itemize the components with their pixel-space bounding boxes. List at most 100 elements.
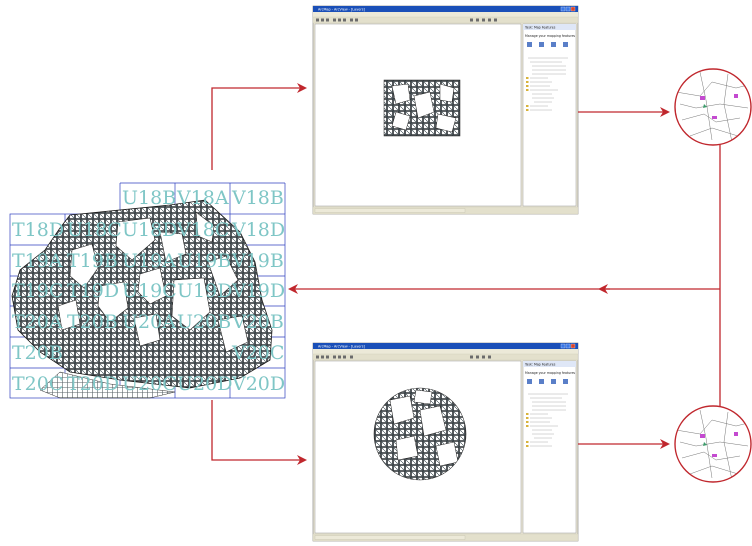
workflow-diagram: U18B V18A V18B T18D U18C U18D V18C V18D … <box>9 5 752 542</box>
folder-icon <box>526 441 529 443</box>
window-title: ArcMap - ArcView - [Layers] <box>318 345 366 349</box>
tool-icon[interactable] <box>482 355 485 359</box>
tool-icon[interactable] <box>355 18 358 22</box>
tile-label: T19C <box>12 280 63 302</box>
window-controls <box>560 343 576 349</box>
arrow-map-to-bottom-window <box>211 400 307 465</box>
panel-button-icon[interactable] <box>551 379 556 384</box>
tile-label: V18A <box>176 187 229 209</box>
source-tiled-map: U18B V18A V18B T18D U18C U18D V18C V18D … <box>9 182 286 399</box>
panel-button-icon[interactable] <box>539 379 544 384</box>
tile-label: U19A <box>122 250 176 272</box>
tile-label: T20C <box>12 373 63 395</box>
tool-icon[interactable] <box>326 355 329 359</box>
drawing-toolbar[interactable] <box>314 208 466 213</box>
tool-icon[interactable] <box>494 18 497 22</box>
tile-label: U20C <box>122 373 177 395</box>
tool-icon[interactable] <box>316 18 319 22</box>
tool-icon[interactable] <box>338 18 341 22</box>
window-controls <box>560 6 576 12</box>
tile-label: T19A <box>12 250 63 272</box>
minimize-icon[interactable] <box>560 343 566 349</box>
bottom-circle-thumbnail <box>674 405 752 483</box>
window-title: ArcMap - ArcView - [Layers] <box>318 8 366 12</box>
tile-label: U19C <box>122 280 177 302</box>
folder-icon <box>526 417 529 419</box>
tile-label: V20C <box>231 342 284 364</box>
tool-icon[interactable] <box>350 18 353 22</box>
tool-icon[interactable] <box>470 355 473 359</box>
clipped-map-square <box>383 79 461 137</box>
tile-label: T20A <box>12 311 63 333</box>
panel-button-icon[interactable] <box>563 42 568 47</box>
panel-button-icon[interactable] <box>551 42 556 47</box>
task-panel-subtitle: Manage your mapping features <box>525 371 575 375</box>
close-icon[interactable] <box>570 343 576 349</box>
tile-label: T19D <box>67 280 119 302</box>
tool-icon[interactable] <box>488 18 491 22</box>
tool-icon[interactable] <box>333 18 336 22</box>
tool-icon[interactable] <box>482 18 485 22</box>
tile-label: V18C <box>176 219 229 241</box>
tile-label: T20B <box>67 311 118 333</box>
tile-label: U18B <box>122 187 176 209</box>
panel-button-icon[interactable] <box>527 379 532 384</box>
tool-icon[interactable] <box>488 355 491 359</box>
tool-icon[interactable] <box>321 355 324 359</box>
task-panel <box>522 360 577 534</box>
menu-bar[interactable] <box>313 349 578 354</box>
drawing-toolbar[interactable] <box>314 535 466 540</box>
tile-label: T18D <box>12 219 64 241</box>
tile-label: U20D <box>177 373 232 395</box>
tile-label: U18C <box>67 219 122 241</box>
folder-icon <box>526 445 529 447</box>
folder-icon <box>526 85 529 87</box>
tile-label: V18D <box>231 219 285 241</box>
tile-label: V19B <box>231 250 284 272</box>
tool-icon[interactable] <box>476 18 479 22</box>
tool-icon[interactable] <box>343 18 346 22</box>
minimize-icon[interactable] <box>560 6 566 12</box>
tool-icon[interactable] <box>321 18 324 22</box>
task-panel-subtitle: Manage your mapping features <box>525 34 575 38</box>
bottom-arcmap-window: ArcMap - ArcView - [Layers] Task: Map Fe… <box>312 342 579 542</box>
arrow-map-to-top-window <box>211 83 307 170</box>
task-panel-title: Task: Map Features <box>524 26 556 30</box>
top-arcmap-window: ArcMap - ArcView - [Layers] Task: Map Fe… <box>312 5 579 215</box>
menu-bar[interactable] <box>313 12 578 17</box>
tile-label: V20D <box>231 373 285 395</box>
tool-icon[interactable] <box>343 355 346 359</box>
tool-icon[interactable] <box>350 355 353 359</box>
tile-label: T19B <box>67 250 118 272</box>
task-panel <box>522 23 577 207</box>
tile-label: U18D <box>122 219 177 241</box>
panel-button-icon[interactable] <box>527 42 532 47</box>
folder-icon <box>526 413 529 415</box>
tool-icon[interactable] <box>338 355 341 359</box>
folder-icon <box>526 105 529 107</box>
maximize-icon[interactable] <box>565 343 571 349</box>
tile-label: U20B <box>177 311 231 333</box>
tool-icon[interactable] <box>326 18 329 22</box>
folder-icon <box>526 421 529 423</box>
folder-icon <box>526 425 529 427</box>
panel-button-icon[interactable] <box>563 379 568 384</box>
tile-label: V18B <box>231 187 284 209</box>
tool-icon[interactable] <box>476 355 479 359</box>
tile-label: T20D <box>67 373 119 395</box>
panel-button-icon[interactable] <box>539 42 544 47</box>
tool-icon[interactable] <box>333 355 336 359</box>
tile-label: V20B <box>231 311 284 333</box>
tile-label: T20B <box>12 342 63 364</box>
tile-label: V19D <box>231 280 285 302</box>
top-circle-thumbnail <box>674 68 752 146</box>
close-icon[interactable] <box>570 6 576 12</box>
folder-icon <box>526 77 529 79</box>
maximize-icon[interactable] <box>565 6 571 12</box>
tool-icon[interactable] <box>316 355 319 359</box>
folder-icon <box>526 89 529 91</box>
tile-label: U19B <box>177 250 231 272</box>
tile-label: U20A <box>122 311 176 333</box>
tile-label: U19D <box>177 280 232 302</box>
tool-icon[interactable] <box>470 18 473 22</box>
